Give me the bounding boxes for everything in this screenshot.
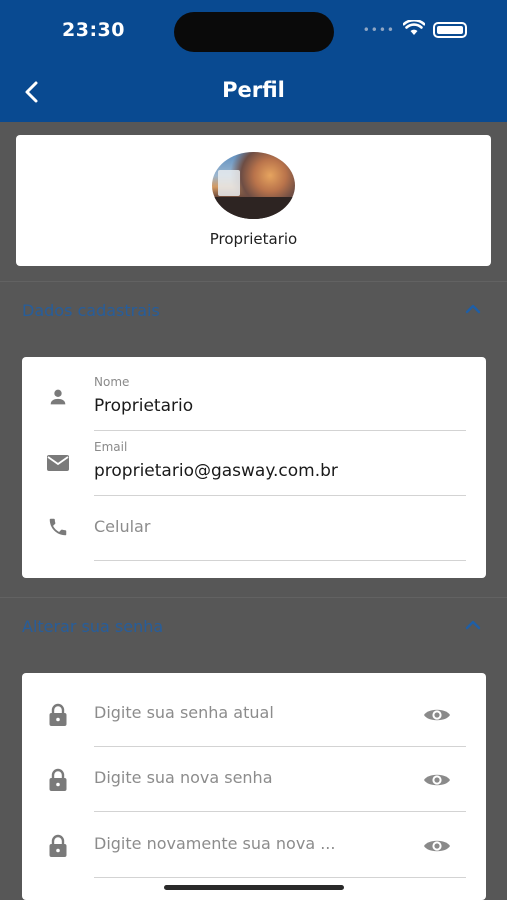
confirm-password-field[interactable]: Digite novamente sua nova ...: [22, 813, 486, 879]
mail-icon: [46, 451, 70, 475]
avatar[interactable]: [212, 152, 295, 219]
phone-input[interactable]: Celular: [94, 517, 150, 536]
signal-icon: ••••: [362, 23, 395, 37]
wifi-icon: [402, 18, 426, 40]
person-icon: [46, 385, 70, 409]
section-header-personal[interactable]: Dados cadastrais: [0, 281, 507, 341]
field-underline: [94, 811, 466, 812]
lock-icon: [46, 834, 70, 858]
home-indicator: [164, 885, 344, 890]
lock-icon: [46, 703, 70, 727]
confirm-password-input[interactable]: Digite novamente sua nova ...: [94, 834, 335, 853]
app-header: 23:30 •••• Perfil: [0, 0, 507, 122]
battery-icon: [433, 22, 467, 38]
email-field[interactable]: Email proprietario@gasway.com.br: [22, 433, 486, 499]
status-time: 23:30: [62, 19, 125, 41]
email-value: proprietario@gasway.com.br: [94, 461, 338, 481]
personal-data-card: Nome Proprietario Email proprietario@gas…: [22, 357, 486, 578]
email-label: Email: [94, 440, 128, 454]
section-title-password: Alterar sua senha: [22, 617, 164, 636]
eye-icon[interactable]: [422, 768, 452, 792]
name-field[interactable]: Nome Proprietario: [22, 367, 486, 433]
current-password-field[interactable]: Digite sua senha atual: [22, 681, 486, 747]
status-icons: ••••: [362, 18, 467, 40]
camera-notch: [174, 12, 334, 52]
section-title-personal: Dados cadastrais: [22, 301, 160, 320]
page-title: Perfil: [222, 78, 285, 102]
chevron-up-icon: [465, 304, 481, 314]
field-underline: [94, 495, 466, 496]
password-card: Digite sua senha atual Digite sua nova s…: [22, 673, 486, 900]
name-value: Proprietario: [94, 396, 194, 416]
new-password-input[interactable]: Digite sua nova senha: [94, 768, 273, 787]
phone-icon: [46, 515, 70, 539]
phone-field[interactable]: Celular: [22, 499, 486, 565]
section-header-password[interactable]: Alterar sua senha: [0, 597, 507, 657]
lock-icon: [46, 768, 70, 792]
new-password-field[interactable]: Digite sua nova senha: [22, 747, 486, 813]
current-password-input[interactable]: Digite sua senha atual: [94, 703, 274, 722]
chevron-up-icon: [465, 620, 481, 630]
name-label: Nome: [94, 375, 130, 389]
field-underline: [94, 560, 466, 561]
field-underline: [94, 877, 466, 878]
field-underline: [94, 430, 466, 431]
profile-name: Proprietario: [209, 230, 298, 248]
eye-icon[interactable]: [422, 703, 452, 727]
eye-icon[interactable]: [422, 834, 452, 858]
